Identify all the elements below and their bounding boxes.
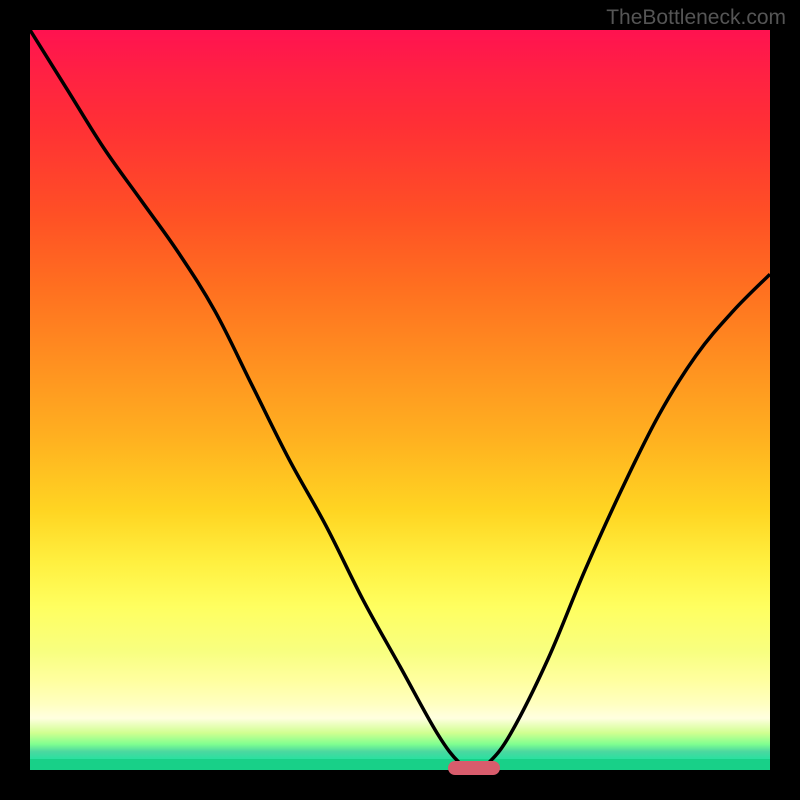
- optimal-marker: [448, 761, 500, 775]
- bottleneck-curve-svg: [30, 30, 770, 770]
- bottleneck-curve-path: [30, 30, 770, 770]
- watermark-text: TheBottleneck.com: [606, 6, 786, 30]
